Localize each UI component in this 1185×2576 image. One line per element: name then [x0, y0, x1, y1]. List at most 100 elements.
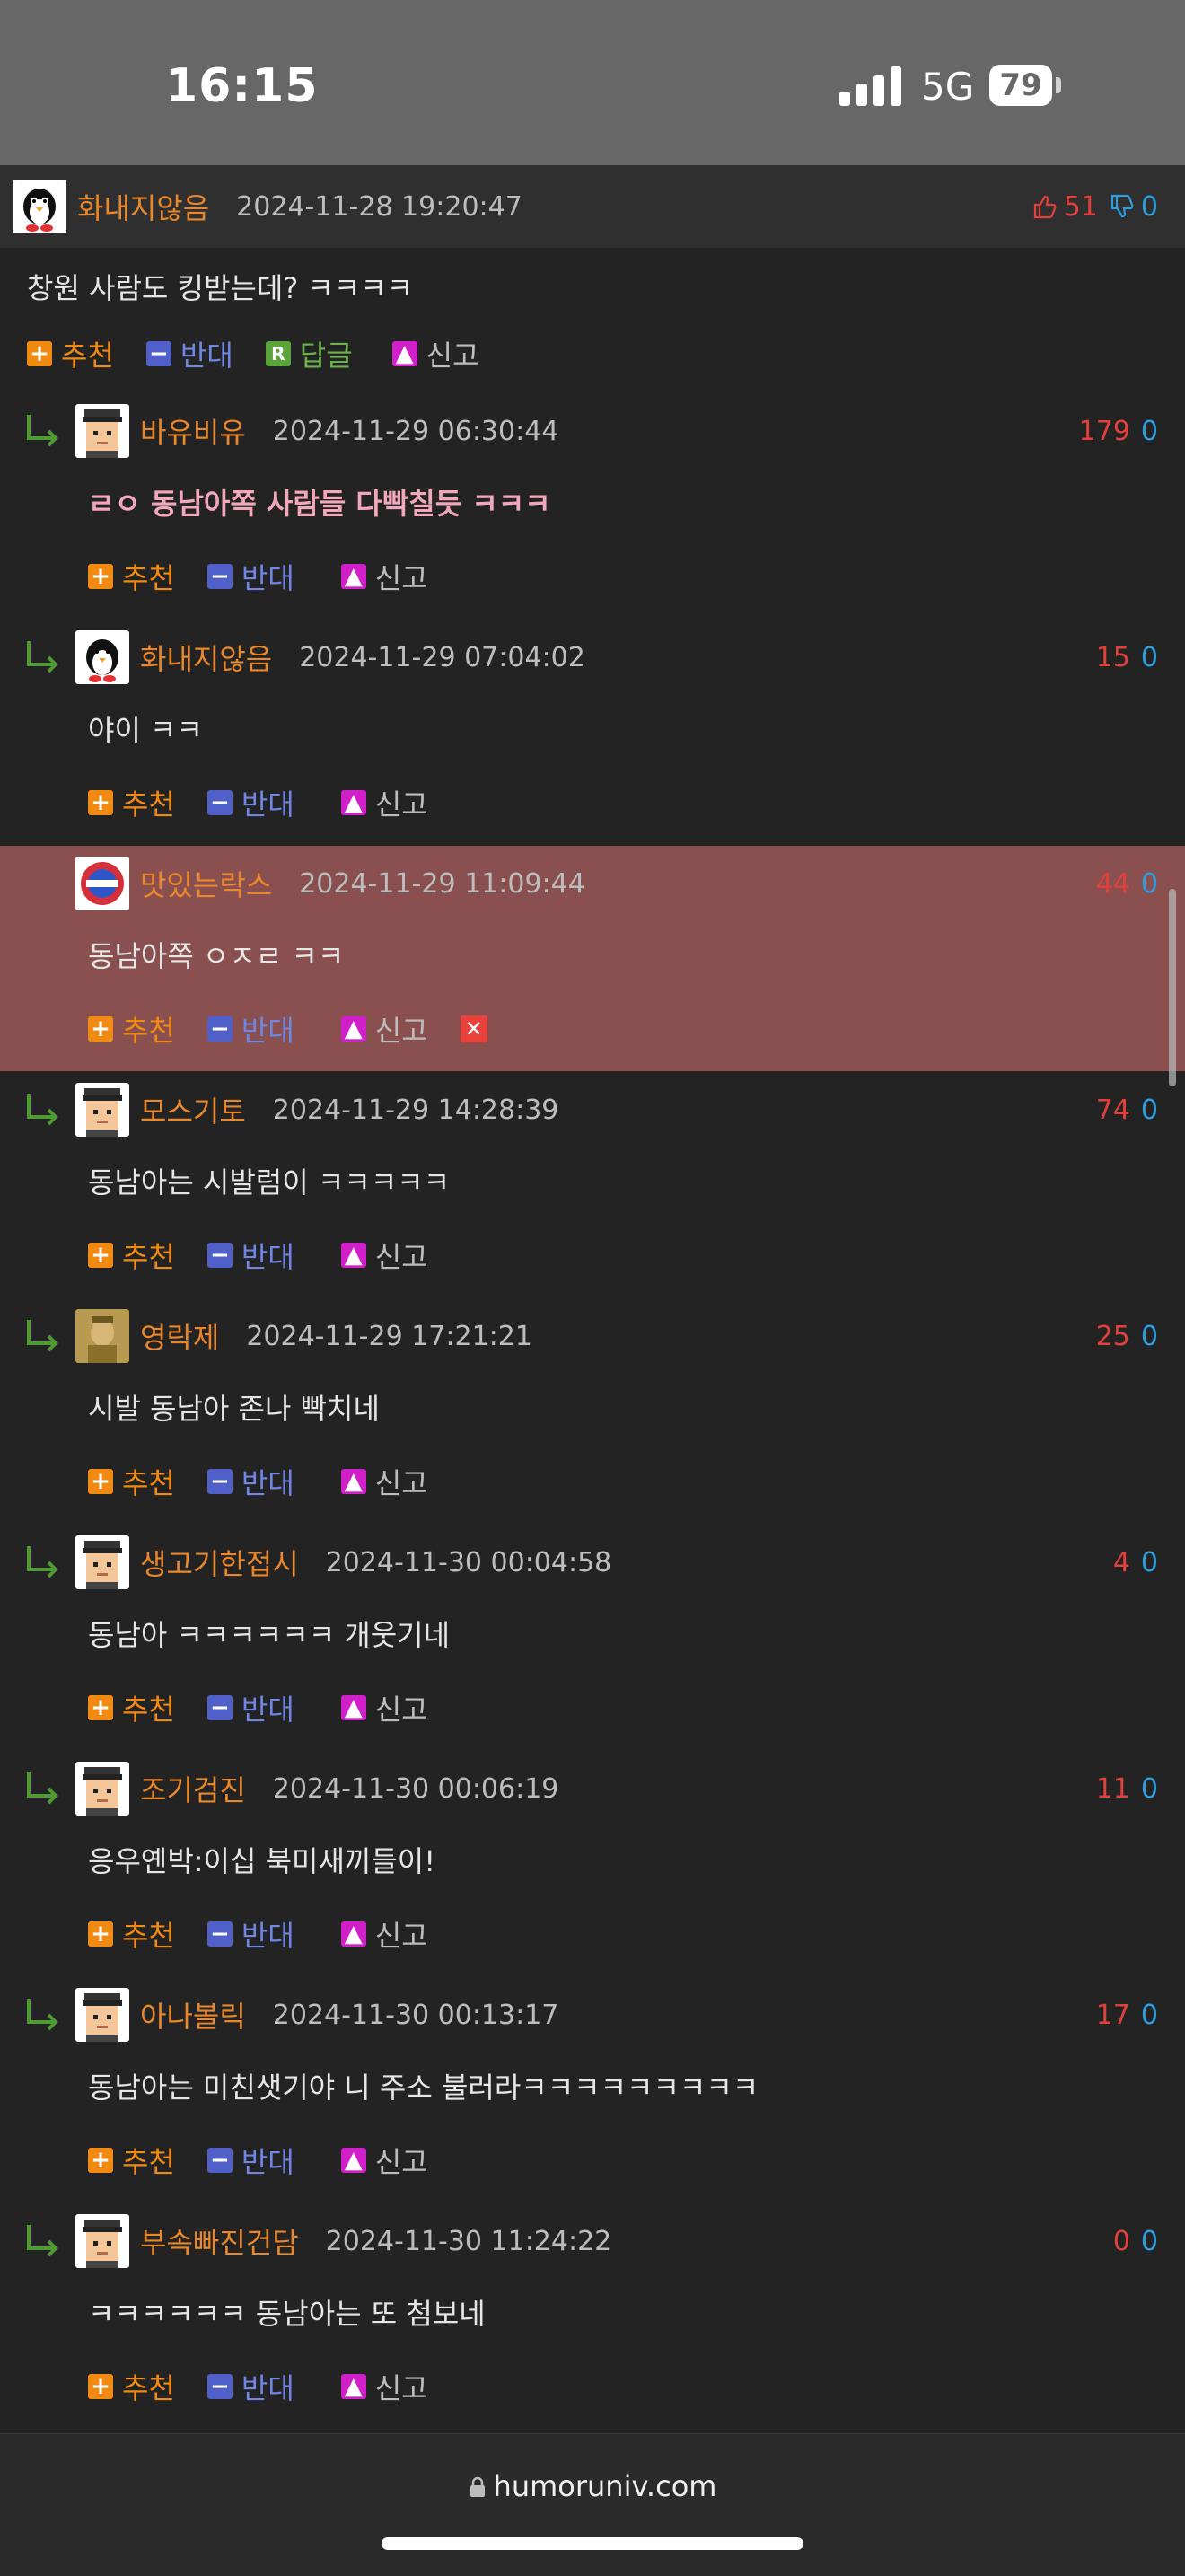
comment-upvotes: 74: [1095, 1094, 1130, 1126]
recommend-button[interactable]: + 추천: [88, 1913, 175, 1955]
reply-arrow-icon: [27, 1094, 58, 1126]
user-avatar[interactable]: [75, 1083, 129, 1137]
user-avatar[interactable]: [75, 1309, 129, 1363]
minus-icon: −: [206, 1016, 233, 1042]
minus-icon: −: [145, 341, 171, 366]
oppose-button[interactable]: − 반대: [206, 1913, 294, 1955]
delete-button[interactable]: ✕: [460, 1015, 487, 1042]
oppose-button[interactable]: − 반대: [206, 1687, 294, 1728]
comment-nickname[interactable]: 영락제: [140, 1315, 219, 1357]
comment-content: 동남아 ㅋㅋㅋㅋㅋㅋ 개웃기네: [88, 1618, 451, 1652]
user-avatar[interactable]: [75, 404, 129, 458]
comment-header: 맛있는락스 2024-11-29 11:09:44: [75, 857, 585, 910]
report-button[interactable]: ▲ 신고: [340, 1235, 428, 1276]
comment-downvotes: 0: [1140, 1772, 1158, 1805]
comment-nickname[interactable]: 바유비유: [140, 410, 246, 452]
reply-arrow-icon: [27, 2225, 58, 2257]
recommend-button[interactable]: + 추천: [88, 2366, 175, 2407]
reply-arrow-icon: [27, 641, 58, 673]
plus-icon: +: [88, 1921, 113, 1947]
user-avatar[interactable]: [75, 2214, 129, 2268]
comment-header: 아나볼릭 2024-11-30 00:13:17: [75, 1988, 558, 2042]
oppose-button[interactable]: − 반대: [206, 782, 294, 823]
comment-upvotes: 15: [1095, 641, 1130, 673]
comment-downvotes: 0: [1140, 1999, 1158, 2031]
scrollbar[interactable]: [1169, 889, 1176, 1086]
report-button[interactable]: ▲ 신고: [340, 556, 428, 597]
comment-content: 동남아는 시발럼이 ㅋㅋㅋㅋㅋ: [88, 1165, 451, 1200]
comment-nickname[interactable]: 모스기토: [140, 1089, 246, 1130]
oppose-button[interactable]: − 반대: [206, 1461, 294, 1502]
oppose-button[interactable]: − 반대: [206, 2140, 294, 2181]
comment-nickname[interactable]: 아나볼릭: [140, 1994, 246, 2035]
recommend-button[interactable]: + 추천: [88, 1687, 175, 1728]
user-avatar[interactable]: [75, 1535, 129, 1589]
oppose-button[interactable]: − 반대: [206, 556, 294, 597]
comment-nickname[interactable]: 맛있는락스: [140, 863, 272, 904]
comment-content: ㅋㅋㅋㅋㅋㅋ 동남아는 또 첨보네: [88, 2297, 486, 2331]
user-avatar[interactable]: [75, 1762, 129, 1816]
siren-icon: ▲: [340, 564, 366, 589]
reply-arrow-icon: [27, 1999, 58, 2031]
comment-header: 영락제 2024-11-29 17:21:21: [75, 1309, 532, 1363]
report-button[interactable]: ▲ 신고: [340, 782, 428, 823]
report-button[interactable]: ▲ 신고: [391, 333, 479, 374]
comment-content: 동남아는 미친샛기야 니 주소 불러라ㅋㅋㅋㅋㅋㅋㅋㅋㅋ: [88, 2070, 759, 2105]
user-avatar[interactable]: [75, 1988, 129, 2042]
plus-icon: +: [88, 1695, 113, 1720]
siren-icon: ▲: [340, 1469, 366, 1494]
comment-header: 모스기토 2024-11-29 14:28:39: [75, 1083, 558, 1137]
oppose-button[interactable]: − 반대: [206, 1008, 294, 1050]
oppose-button[interactable]: − 반대: [206, 2366, 294, 2407]
home-indicator[interactable]: [382, 2537, 803, 2550]
report-button[interactable]: ▲ 신고: [340, 1461, 428, 1502]
siren-icon: ▲: [340, 1243, 366, 1268]
plus-icon: +: [88, 790, 113, 815]
comment-header: 생고기한접시 2024-11-30 00:04:58: [75, 1535, 611, 1589]
recommend-button[interactable]: + 추천: [88, 1461, 175, 1502]
comment-date: 2024-11-29 06:30:44: [272, 415, 559, 447]
post-header: 화내지않음 2024-11-28 19:20:47 51 0: [0, 165, 1185, 248]
recommend-button[interactable]: + 추천: [88, 1235, 175, 1276]
minus-icon: −: [206, 1695, 233, 1720]
siren-icon: ▲: [340, 2148, 366, 2173]
recommend-button[interactable]: + 추천: [27, 333, 114, 374]
lock-icon: [470, 2476, 485, 2497]
minus-icon: −: [206, 2374, 233, 2399]
recommend-button[interactable]: + 추천: [88, 782, 175, 823]
comment-votes: 25 0: [1096, 1309, 1158, 1363]
comment-nickname[interactable]: 조기검진: [140, 1768, 246, 1809]
user-avatar[interactable]: [75, 857, 129, 910]
recommend-button[interactable]: + 추천: [88, 556, 175, 597]
user-avatar[interactable]: [75, 630, 129, 684]
penguin-avatar[interactable]: [13, 180, 66, 233]
reply-arrow-icon: [27, 415, 58, 447]
post-nickname[interactable]: 화내지않음: [77, 186, 209, 227]
comment-actions: + 추천 − 반대 ▲ 신고: [88, 1235, 461, 1276]
comment-votes: 17 0: [1096, 1988, 1158, 2042]
comment-nickname[interactable]: 부속빠진건담: [140, 2220, 299, 2262]
recommend-button[interactable]: + 추천: [88, 1008, 175, 1050]
comment-downvotes: 0: [1140, 415, 1158, 447]
comment-content: 응우옌박:이십 북미새끼들이!: [88, 1844, 436, 1878]
plus-icon: +: [88, 1243, 113, 1268]
report-button[interactable]: ▲ 신고: [340, 2140, 428, 2181]
comment-content: 시발 동남아 존나 빡치네: [88, 1392, 380, 1426]
report-button[interactable]: ▲ 신고: [340, 1913, 428, 1955]
url-bar[interactable]: humoruniv.com: [0, 2469, 1185, 2503]
comment-date: 2024-11-29 11:09:44: [299, 867, 585, 900]
oppose-button[interactable]: − 반대: [145, 333, 233, 374]
oppose-button[interactable]: − 반대: [206, 1235, 294, 1276]
post-date: 2024-11-28 19:20:47: [236, 190, 522, 223]
network-type: 5G: [921, 65, 975, 109]
report-button[interactable]: ▲ 신고: [340, 2366, 428, 2407]
comment-nickname[interactable]: 화내지않음: [140, 637, 272, 678]
reply-button[interactable]: R 답글: [265, 333, 353, 374]
comment-nickname[interactable]: 생고기한접시: [140, 1542, 299, 1583]
report-button[interactable]: ▲ 신고: [340, 1687, 428, 1728]
siren-icon: ▲: [340, 2374, 366, 2399]
recommend-button[interactable]: + 추천: [88, 2140, 175, 2181]
report-button[interactable]: ▲ 신고: [340, 1008, 428, 1050]
post-content: 창원 사람도 킹받는데? ㅋㅋㅋㅋ: [27, 271, 414, 305]
comment-votes: 44 0: [1096, 857, 1158, 910]
